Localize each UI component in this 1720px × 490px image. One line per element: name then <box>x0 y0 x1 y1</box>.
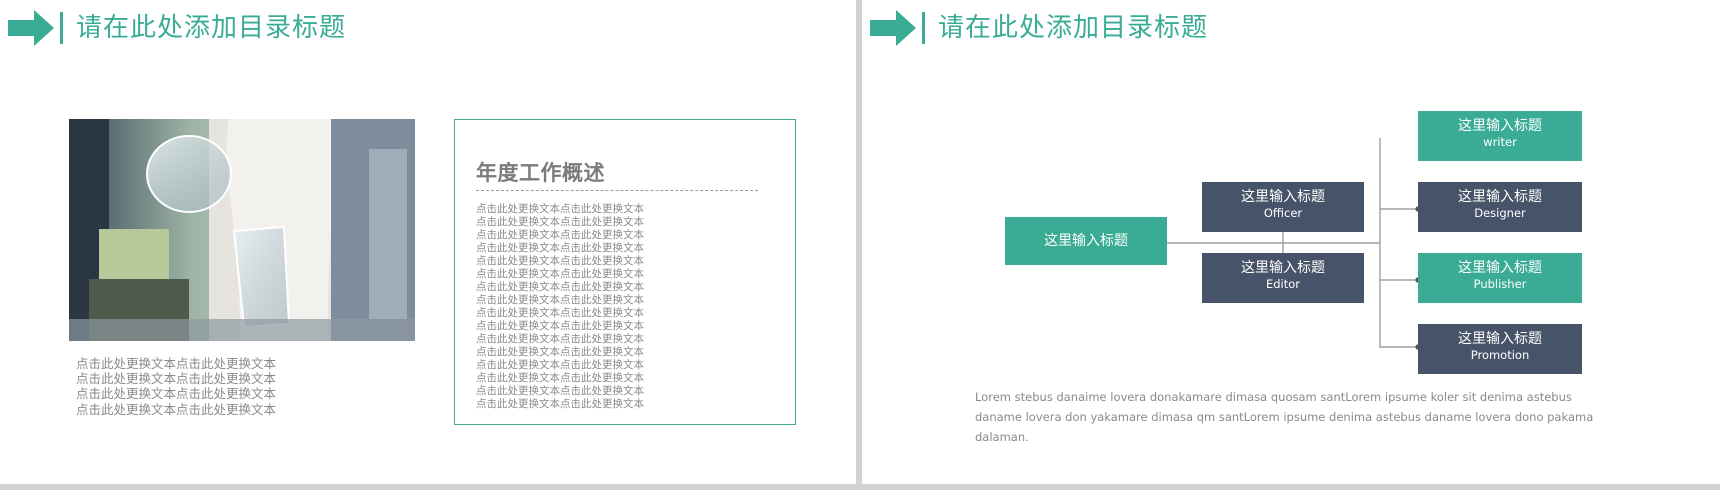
page-title: 请在此处添加目录标题 <box>76 13 347 43</box>
overview-line: 点击此处更换文本点击此处更换文本 <box>476 203 644 215</box>
overview-line: 点击此处更换文本点击此处更换文本 <box>476 307 644 319</box>
caption-line: 点击此处更换文本点击此处更换文本 <box>76 356 277 371</box>
overview-card: 年度工作概述 点击此处更换文本点击此处更换文本 点击此处更换文本点击此处更换文本… <box>454 119 796 425</box>
caption-line: 点击此处更换文本点击此处更换文本 <box>76 401 277 417</box>
node-title: 这里输入标题 <box>1458 331 1542 347</box>
overview-line: 点击此处更换文本点击此处更换文本 <box>476 268 644 280</box>
org-node-designer[interactable]: 这里输入标题 Designer <box>1418 182 1582 232</box>
node-title: 这里输入标题 <box>1241 189 1325 205</box>
overview-line: 点击此处更换文本点击此处更换文本 <box>476 346 644 358</box>
org-node-editor[interactable]: 这里输入标题 Editor <box>1202 253 1364 303</box>
dashed-divider <box>476 190 758 191</box>
overview-line: 点击此处更换文本点击此处更换文本 <box>476 216 644 228</box>
node-subtitle: Promotion <box>1470 348 1530 362</box>
node-subtitle: Editor <box>1265 277 1301 291</box>
footer-paragraph: Lorem stebus danaime lovera donakamare d… <box>975 390 1594 444</box>
photo-caption: 点击此处更换文本点击此处更换文本 点击此处更换文本点击此处更换文本 点击此处更换… <box>76 356 306 417</box>
caption-line: 点击此处更换文本点击此处更换文本 <box>76 386 277 402</box>
overview-line: 点击此处更换文本点击此处更换文本 <box>476 333 644 345</box>
node-subtitle: Officer <box>1263 206 1303 220</box>
arrow-right-icon <box>8 10 54 46</box>
overview-line: 点击此处更换文本点击此处更换文本 <box>476 359 644 371</box>
overview-line: 点击此处更换文本点击此处更换文本 <box>476 242 644 254</box>
overview-line: 点击此处更换文本点击此处更换文本 <box>476 398 644 410</box>
node-subtitle: Designer <box>1474 206 1526 220</box>
overview-title: 年度工作概述 <box>476 161 605 185</box>
node-title: 这里输入标题 <box>1458 189 1542 205</box>
lab-photo <box>69 119 415 341</box>
node-title: 这里输入标题 <box>1458 118 1542 134</box>
overview-line: 点击此处更换文本点击此处更换文本 <box>476 320 644 332</box>
node-title: 这里输入标题 <box>1044 233 1128 249</box>
overview-text: 点击此处更换文本点击此处更换文本 点击此处更换文本点击此处更换文本 点击此处更换… <box>476 203 666 411</box>
node-subtitle: Publisher <box>1473 277 1527 291</box>
overview-line: 点击此处更换文本点击此处更换文本 <box>476 281 644 293</box>
org-node-root[interactable]: 这里输入标题 <box>1005 217 1167 265</box>
node-subtitle: writer <box>1483 135 1517 149</box>
org-node-officer[interactable]: 这里输入标题 Officer <box>1202 182 1364 232</box>
org-node-writer[interactable]: 这里输入标题 writer <box>1418 111 1582 161</box>
overview-line: 点击此处更换文本点击此处更换文本 <box>476 294 644 306</box>
org-node-promotion[interactable]: 这里输入标题 Promotion <box>1418 324 1582 374</box>
title-divider <box>60 12 63 44</box>
overview-line: 点击此处更换文本点击此处更换文本 <box>476 385 644 397</box>
slide-right: 请在此处添加目录标题 这里输入标题 这里输入标题 Officer 这里输入标题 … <box>862 0 1720 484</box>
overview-line: 点击此处更换文本点击此处更换文本 <box>476 229 644 241</box>
org-node-publisher[interactable]: 这里输入标题 Publisher <box>1418 253 1582 303</box>
overview-line: 点击此处更换文本点击此处更换文本 <box>476 255 644 267</box>
slide-left: 请在此处添加目录标题 点击此处更换文本点击此处更换文本 点击此处更换文本点击此处… <box>0 0 856 484</box>
node-title: 这里输入标题 <box>1241 260 1325 276</box>
overview-line: 点击此处更换文本点击此处更换文本 <box>476 372 644 384</box>
caption-line: 点击此处更换文本点击此处更换文本 <box>76 371 277 387</box>
node-title: 这里输入标题 <box>1458 260 1542 276</box>
